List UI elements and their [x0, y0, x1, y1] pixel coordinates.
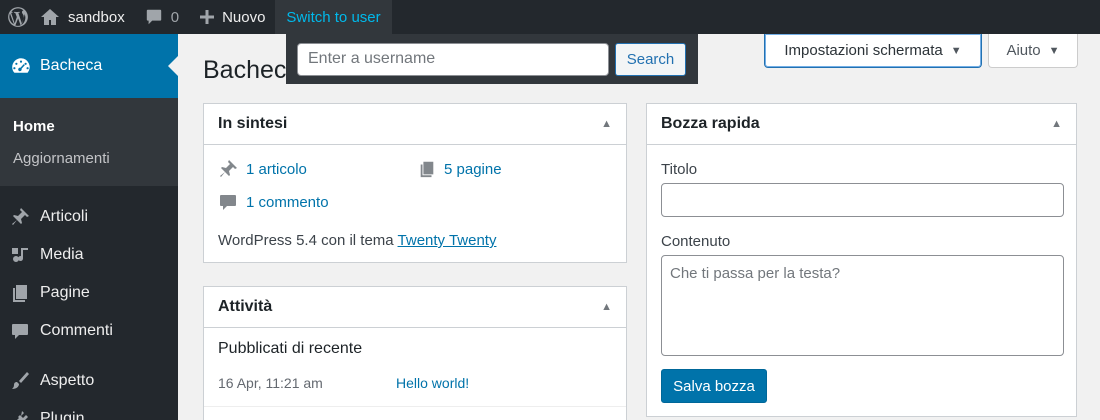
switch-to-user-menu[interactable]: Switch to user — [275, 0, 392, 34]
sidebar-item-label: Plugin — [40, 410, 85, 420]
dashboard-submenu: Home Aggiornamenti — [0, 98, 178, 186]
submenu-item-home[interactable]: Home — [0, 110, 178, 142]
switch-user-search-button[interactable]: Search — [615, 42, 686, 76]
home-icon — [41, 9, 59, 25]
sidebar-item-plugins[interactable]: Plugin — [0, 400, 178, 420]
collapse-arrow-icon[interactable]: ▲ — [601, 118, 612, 130]
sidebar-item-appearance[interactable]: Aspetto — [0, 362, 178, 400]
draft-title-label: Titolo — [661, 161, 698, 178]
sidebar-item-label: Aspetto — [40, 372, 95, 389]
new-content-button[interactable]: Nuovo — [189, 0, 275, 34]
admin-bar: sandbox 0 Nuovo Switch to user — [0, 0, 1100, 34]
pin-icon — [220, 160, 237, 177]
activity-item-link[interactable]: Hello world! — [396, 375, 469, 391]
admin-sidebar: Bacheca Home Aggiornamenti Articoli Medi… — [0, 34, 178, 420]
sidebar-item-label: Pagine — [40, 284, 90, 301]
comment-icon — [220, 195, 236, 210]
sidebar-item-label: Bacheca — [40, 57, 103, 74]
wordpress-logo-icon — [8, 7, 28, 27]
activity-item-date: 16 Apr, 11:21 am — [218, 375, 323, 391]
widget-header[interactable]: Attività ▲ — [204, 287, 626, 328]
new-label: Nuovo — [222, 8, 266, 26]
recently-published-heading: Pubblicati di recente — [218, 340, 363, 357]
glance-pages-count: 5 pagine — [444, 160, 502, 178]
site-name-link[interactable]: sandbox — [36, 0, 135, 34]
comment-icon — [10, 321, 34, 341]
sidebar-item-label: Media — [40, 246, 84, 263]
widget-title: Attività — [218, 298, 273, 315]
caret-down-icon: ▼ — [1048, 44, 1060, 57]
sidebar-item-comments[interactable]: Commenti — [0, 312, 178, 350]
widget-title: Bozza rapida — [661, 115, 760, 132]
sidebar-item-dashboard[interactable]: Bacheca — [0, 34, 178, 98]
collapse-arrow-icon[interactable]: ▲ — [1051, 118, 1062, 130]
screen-options-label: Impostazioni schermata — [784, 42, 943, 59]
sidebar-item-label: Commenti — [40, 322, 113, 339]
divider — [204, 406, 626, 407]
draft-title-input[interactable] — [661, 183, 1064, 217]
comment-bubble-icon — [146, 9, 161, 25]
help-label: Aiuto — [1006, 42, 1041, 59]
submenu-item-updates[interactable]: Aggiornamenti — [0, 142, 178, 174]
media-icon — [10, 245, 34, 265]
dashboard-icon — [10, 55, 34, 77]
at-a-glance-widget: In sintesi ▲ 1 articolo 5 pagine 1 comme… — [203, 103, 627, 263]
glance-comments-count: 1 commento — [246, 193, 329, 211]
comments-link[interactable]: 0 — [135, 0, 189, 34]
draft-content-label: Contenuto — [661, 233, 731, 250]
sidebar-item-label: Articoli — [40, 208, 89, 225]
caret-down-icon: ▼ — [950, 44, 962, 57]
comments-count: 0 — [170, 8, 180, 26]
pages-icon — [420, 161, 434, 178]
switch-user-panel: Search — [286, 34, 698, 84]
widget-header[interactable]: Bozza rapida ▲ — [647, 104, 1076, 145]
sidebar-item-posts[interactable]: Articoli — [0, 198, 178, 236]
pin-icon — [10, 207, 34, 227]
theme-link[interactable]: Twenty Twenty — [398, 232, 497, 249]
glance-comments-link[interactable]: 1 commento — [218, 192, 329, 212]
save-draft-button[interactable]: Salva bozza — [661, 369, 767, 403]
current-menu-arrow — [168, 56, 178, 76]
help-button[interactable]: Aiuto ▼ — [988, 34, 1078, 68]
collapse-arrow-icon[interactable]: ▲ — [601, 301, 612, 313]
screen-options-button[interactable]: Impostazioni schermata ▼ — [764, 34, 982, 68]
site-name: sandbox — [68, 8, 125, 26]
activity-widget: Attività ▲ Pubblicati di recente 16 Apr,… — [203, 286, 627, 420]
widget-header[interactable]: In sintesi ▲ — [204, 104, 626, 145]
username-search-input[interactable] — [297, 42, 609, 76]
brush-icon — [10, 371, 34, 391]
wordpress-version-info: WordPress 5.4 con il tema Twenty Twenty — [218, 232, 496, 249]
pages-icon — [10, 283, 34, 303]
plus-icon — [200, 10, 215, 24]
quick-draft-widget: Bozza rapida ▲ Titolo Contenuto Salva bo… — [646, 103, 1077, 417]
glance-posts-link[interactable]: 1 articolo — [218, 159, 307, 179]
plugin-icon — [10, 409, 34, 420]
widget-title: In sintesi — [218, 115, 288, 132]
sidebar-item-pages[interactable]: Pagine — [0, 274, 178, 312]
glance-posts-count: 1 articolo — [246, 160, 307, 178]
sidebar-item-media[interactable]: Media — [0, 236, 178, 274]
wordpress-logo-button[interactable] — [0, 0, 36, 34]
glance-pages-link[interactable]: 5 pagine — [418, 159, 502, 179]
draft-content-textarea[interactable] — [661, 255, 1064, 356]
version-text: WordPress 5.4 con il tema — [218, 232, 398, 249]
